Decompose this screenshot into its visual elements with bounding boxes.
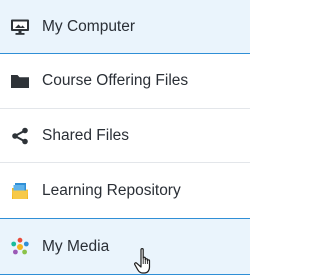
active-divider <box>0 274 250 275</box>
menu-item-label: My Computer <box>42 17 136 35</box>
monitor-icon <box>10 17 30 37</box>
folder-icon <box>10 71 30 91</box>
menu-item-label: My Media <box>42 237 110 255</box>
menu-item-my-media[interactable]: My Media <box>0 219 250 274</box>
menu-item-label: Course Offering Files <box>42 72 189 89</box>
repository-icon <box>10 181 30 201</box>
menu-item-shared-files[interactable]: Shared Files <box>0 109 250 163</box>
menu-item-learning-repository[interactable]: Learning Repository <box>0 163 250 219</box>
menu-item-my-computer[interactable]: My Computer <box>0 0 250 54</box>
file-source-menu: My Computer Course Offering Files Shared… <box>0 0 250 276</box>
menu-item-course-offering-files[interactable]: Course Offering Files <box>0 54 250 109</box>
share-icon <box>10 126 30 146</box>
media-icon <box>10 237 30 257</box>
menu-item-label: Learning Repository <box>42 181 181 199</box>
menu-item-label: Shared Files <box>42 126 130 144</box>
